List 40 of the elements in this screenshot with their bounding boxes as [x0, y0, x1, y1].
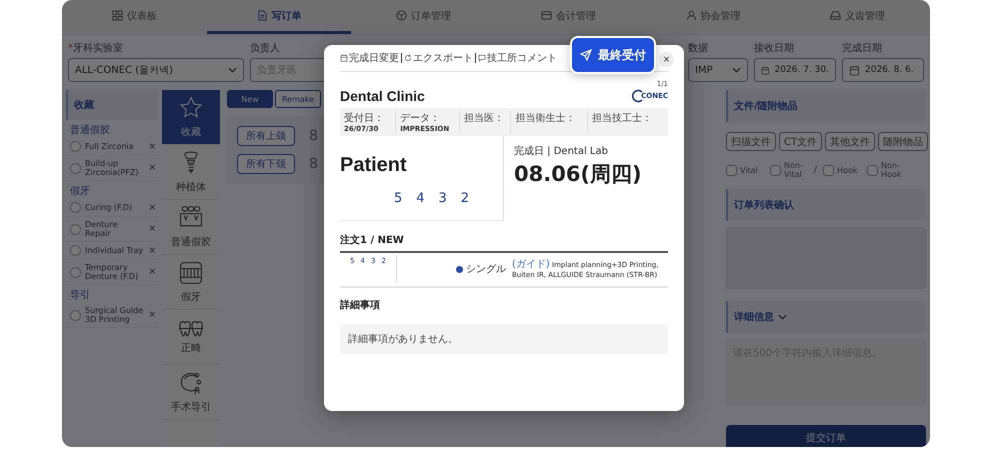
field-label: 数据 — [688, 42, 709, 55]
order-type: シングル — [466, 263, 506, 276]
separator-slash: / — [814, 165, 818, 175]
notes-box: 詳細事項がありません。 — [340, 324, 668, 354]
favorite-label: Individual Tray — [85, 246, 144, 255]
tooth-number: 5 — [394, 191, 402, 206]
field-label: 接收日期 — [754, 42, 795, 55]
tooth-number: 3 — [438, 191, 447, 206]
favorite-label: Build-up Zirconia(PFZ) — [85, 159, 140, 177]
tooth-number: 2 — [460, 191, 470, 206]
favorite-label: Denture Repair — [85, 220, 118, 238]
favorite-label: Full Zirconia — [85, 142, 135, 151]
notes-title: 詳細事項 — [340, 298, 381, 313]
favorites-header: 收藏 — [66, 90, 158, 120]
info-label: 受付日： — [344, 112, 385, 125]
section-header: 文件/随附物品 — [726, 90, 926, 122]
info-label: 担当衛生士： — [515, 112, 576, 125]
checkbox-label: Non-Vital — [784, 161, 804, 179]
checkbox-label: Vital — [740, 166, 759, 174]
section-header: 订单列表确认 — [726, 189, 926, 221]
order-title: 注文1 / NEW — [340, 233, 405, 248]
due-date: 08.06(周四) — [514, 161, 643, 188]
patient-name: Patient — [340, 153, 408, 178]
group-label: 假牙 — [69, 185, 91, 199]
favorite-label: Temporary Denture (F.D) — [85, 263, 140, 281]
info-label: データ： — [400, 112, 442, 125]
due-label: 完成日 | Dental Lab — [514, 144, 609, 158]
field-label: 负责人 — [250, 42, 281, 55]
checkbox-label: Non-Hook — [881, 161, 902, 179]
group-label: 导引 — [69, 289, 91, 303]
clinic-name: Dental Clinic — [340, 88, 425, 104]
favorite-label: Surgical Guide 3D Printing — [85, 306, 144, 324]
field-label: *牙科实验室 — [68, 42, 124, 55]
checkbox-label: Hook — [837, 166, 858, 174]
info-label: 担当医： — [464, 112, 506, 125]
group-label: 普通假胶 — [69, 124, 111, 138]
info-label: 担当技工士： — [592, 112, 654, 125]
favorite-label: Curing (F.D) — [85, 203, 134, 212]
field-label: 完成日期 — [842, 42, 883, 55]
tooth-number: 4 — [416, 191, 424, 206]
